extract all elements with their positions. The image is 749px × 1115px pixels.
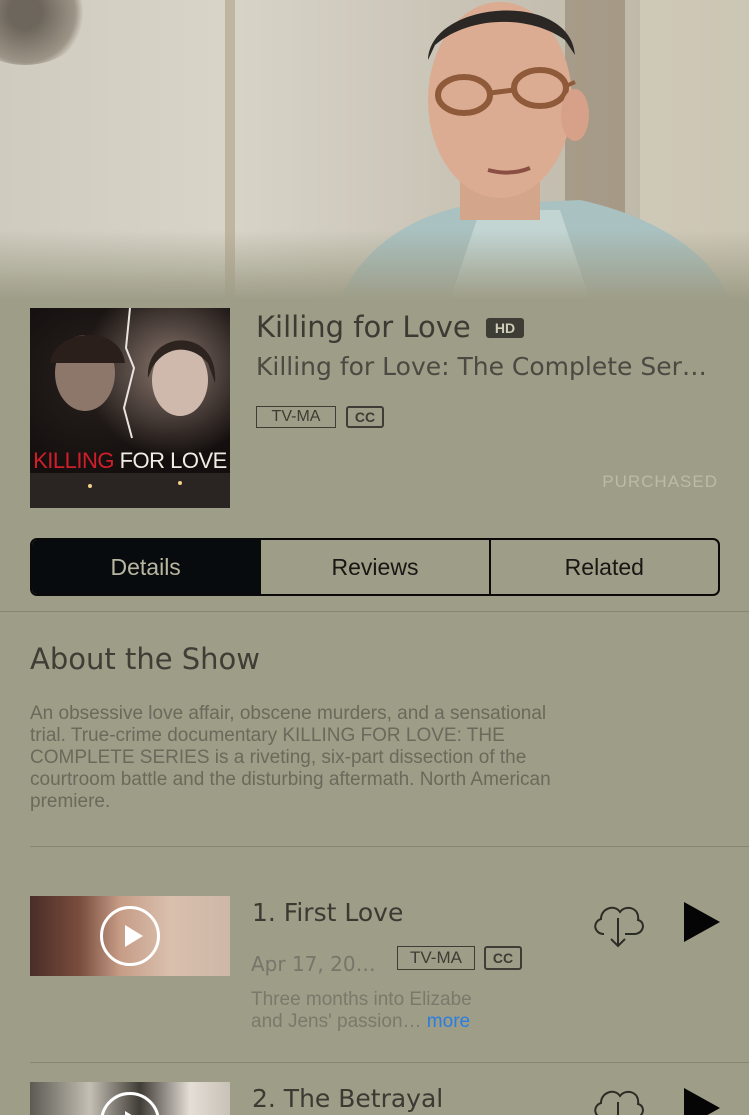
play-circle-icon[interactable] (100, 906, 160, 966)
show-subtitle: Killing for Love: The Complete Ser… (256, 352, 707, 381)
closed-captions-badge: CC (346, 406, 384, 428)
play-icon[interactable] (684, 1088, 720, 1115)
episode-thumbnail[interactable] (30, 1082, 230, 1115)
episode-description: Three months into Elizabe and Jens' pass… (251, 989, 472, 1032)
tab-related[interactable]: Related (488, 540, 718, 594)
episode-title[interactable]: 2. The Betrayal (252, 1084, 443, 1113)
more-link[interactable]: more (427, 1011, 470, 1032)
show-poster-artwork[interactable]: KILLING FOR LOVE (30, 308, 230, 508)
hero-banner-image (0, 0, 749, 300)
episode-thumbnail[interactable] (30, 896, 230, 976)
tab-reviews[interactable]: Reviews (259, 540, 488, 594)
segmented-control: Details Reviews Related (30, 538, 720, 596)
section-divider (30, 846, 749, 847)
poster-title-text: KILLING FOR LOVE (33, 448, 227, 473)
play-circle-icon[interactable] (100, 1092, 160, 1115)
tab-details[interactable]: Details (32, 540, 260, 594)
show-title: Killing for Love (256, 310, 471, 344)
episode-cc-badge: CC (484, 946, 522, 970)
cloud-download-icon[interactable] (590, 1082, 646, 1115)
purchase-status-label: PURCHASED (602, 472, 718, 491)
episode-rating-badge: TV-MA (397, 946, 475, 970)
episode-divider (30, 1062, 749, 1063)
content-rating-badge: TV-MA (256, 406, 336, 428)
episode-air-date: Apr 17, 20… (251, 952, 376, 976)
about-description: An obsessive love affair, obscene murder… (30, 703, 551, 812)
episode-title[interactable]: 1. First Love (252, 898, 403, 927)
hero-background-wheel (0, 0, 90, 65)
play-icon[interactable] (684, 902, 720, 942)
about-section-heading: About the Show (30, 642, 261, 676)
section-divider (0, 611, 749, 612)
hd-badge: HD (486, 318, 524, 338)
cloud-download-icon[interactable] (590, 898, 646, 948)
